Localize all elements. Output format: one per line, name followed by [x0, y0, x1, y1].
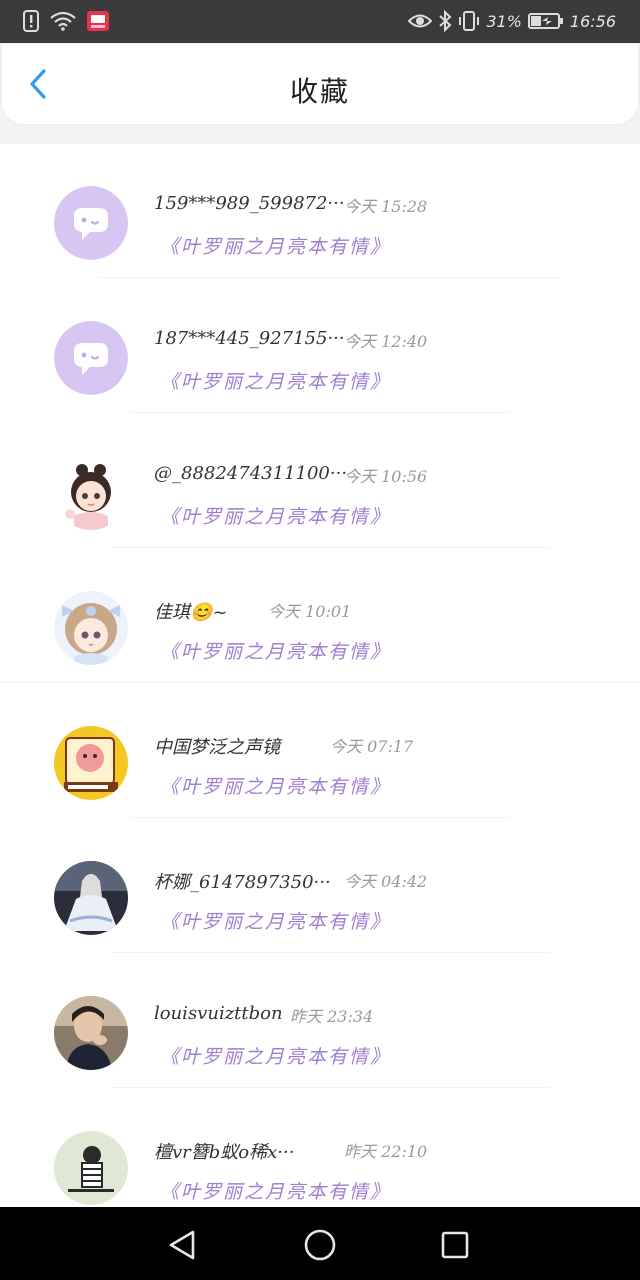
user-name: 檀vr簪b蚁o稀x···: [154, 1142, 295, 1163]
book-title[interactable]: 《叶罗丽之月亮本有情》: [160, 637, 391, 664]
timestamp: 今天 15:28: [344, 197, 428, 216]
battery-percent: 31%: [486, 11, 522, 31]
list-item[interactable]: 佳琪😊~ 今天 10:01 《叶罗丽之月亮本有情》: [0, 549, 640, 684]
user-name: 杯娜_6147897350···: [154, 872, 331, 893]
timestamp: 今天 12:40: [344, 332, 428, 351]
book-title[interactable]: 《叶罗丽之月亮本有情》: [160, 907, 391, 934]
book-title[interactable]: 《叶罗丽之月亮本有情》: [160, 772, 391, 799]
alert-icon: [22, 10, 40, 32]
status-bar: 31% 16:56: [0, 0, 640, 43]
anime-girl-avatar: [54, 456, 128, 530]
nav-recent-button[interactable]: [435, 1225, 475, 1265]
timestamp: 今天 04:42: [344, 872, 428, 891]
sketch-drawing-avatar: [54, 1131, 128, 1205]
list-item[interactable]: 159***989_599872··· 今天 15:28 《叶罗丽之月亮本有情》: [0, 144, 640, 279]
book-title[interactable]: 《叶罗丽之月亮本有情》: [160, 232, 391, 259]
system-nav-bar: [0, 1207, 640, 1280]
triangle-back-icon: [169, 1230, 195, 1260]
lolita-photo-avatar: [54, 861, 128, 935]
nav-home-button[interactable]: [300, 1225, 340, 1265]
list-item[interactable]: 杯娜_6147897350··· 今天 04:42 《叶罗丽之月亮本有情》: [0, 819, 640, 954]
divider: [130, 817, 510, 818]
timestamp: 昨天 22:10: [344, 1142, 428, 1161]
divider: [110, 952, 550, 953]
bluetooth-icon: [438, 10, 452, 32]
chat-bubble-icon: [54, 321, 128, 395]
divider: [0, 682, 640, 683]
eye-icon: [408, 12, 433, 30]
circle-home-icon: [304, 1229, 336, 1261]
list-item[interactable]: @_8882474311100··· 今天 10:56 《叶罗丽之月亮本有情》: [0, 414, 640, 549]
avatar: [54, 726, 128, 800]
status-left-icons: [22, 8, 110, 34]
list-item[interactable]: louisvuizttbon 昨天 23:34 《叶罗丽之月亮本有情》: [0, 954, 640, 1089]
clock: 16:56: [569, 11, 616, 31]
avatar: [54, 186, 128, 260]
avatar: [54, 861, 128, 935]
anime-girl-bow-avatar: [54, 591, 128, 665]
avatar: [54, 456, 128, 530]
list-item[interactable]: 檀vr簪b蚁o稀x··· 昨天 22:10 《叶罗丽之月亮本有情》: [0, 1089, 640, 1207]
divider: [110, 547, 550, 548]
divider: [110, 1087, 550, 1088]
chat-bubble-icon: [54, 186, 128, 260]
avatar: [54, 591, 128, 665]
wifi-icon: [50, 11, 76, 31]
user-name: louisvuizttbon: [154, 1003, 283, 1024]
app-badge-icon: [86, 10, 110, 32]
book-title[interactable]: 《叶罗丽之月亮本有情》: [160, 1042, 391, 1069]
vibrate-icon: [458, 10, 480, 32]
user-name: 中国梦泛之声镜: [154, 737, 280, 758]
page-header: 收藏: [2, 44, 638, 124]
user-name: 佳琪😊~: [154, 602, 228, 623]
battery-icon: [527, 12, 564, 30]
book-title[interactable]: 《叶罗丽之月亮本有情》: [160, 1177, 391, 1204]
book-title[interactable]: 《叶罗丽之月亮本有情》: [160, 502, 391, 529]
cartoon-sticker-avatar: [54, 726, 128, 800]
list-item[interactable]: 187***445_927155··· 今天 12:40 《叶罗丽之月亮本有情》: [0, 279, 640, 414]
status-right-icons: 31% 16:56: [408, 8, 616, 34]
timestamp: 昨天 23:34: [290, 1007, 374, 1026]
avatar: [54, 996, 128, 1070]
timestamp: 今天 10:56: [344, 467, 428, 486]
divider: [130, 412, 510, 413]
boy-photo-avatar: [54, 996, 128, 1070]
divider: [100, 277, 560, 278]
user-name: 159***989_599872···: [154, 193, 345, 214]
user-name: 187***445_927155···: [154, 328, 345, 349]
list-item[interactable]: 中国梦泛之声镜 今天 07:17 《叶罗丽之月亮本有情》: [0, 684, 640, 819]
nav-back-button[interactable]: [162, 1225, 202, 1265]
avatar: [54, 1131, 128, 1205]
avatar: [54, 321, 128, 395]
user-name: @_8882474311100···: [154, 463, 348, 484]
page-title: 收藏: [289, 75, 350, 108]
timestamp: 今天 10:01: [268, 602, 352, 621]
timestamp: 今天 07:17: [330, 737, 414, 756]
favorites-list: 159***989_599872··· 今天 15:28 《叶罗丽之月亮本有情》…: [0, 144, 640, 1207]
square-recent-icon: [441, 1231, 469, 1259]
book-title[interactable]: 《叶罗丽之月亮本有情》: [160, 367, 391, 394]
